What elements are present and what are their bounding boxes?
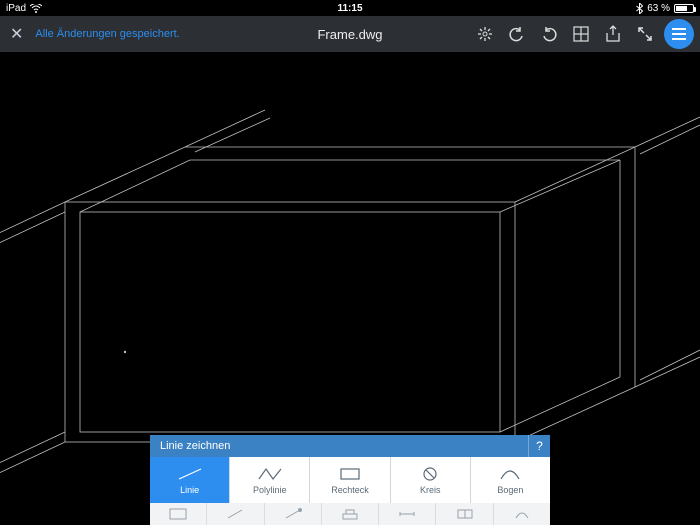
tool-line-label: Linie [180,485,199,495]
tool-circle[interactable]: Kreis [391,457,471,503]
tool-arc[interactable]: Bogen [471,457,550,503]
battery-icon [674,4,694,13]
settings-gear-icon[interactable] [472,21,498,47]
toolbar-header: Linie zeichnen ? [150,435,550,457]
sec-tool-2[interactable] [207,503,264,525]
secondary-tools-row [150,503,550,525]
draw-tools-row: Linie Polylinie Rechteck Kreis Bogen [150,457,550,503]
menu-button[interactable] [664,19,694,49]
battery-percent: 63 % [647,3,670,14]
app-top-bar: ✕ Alle Änderungen gespeichert. Frame.dwg [0,16,700,52]
device-name: iPad [6,3,26,14]
help-button[interactable]: ? [528,435,550,457]
document-title: Frame.dwg [317,27,382,42]
save-status-text: Alle Änderungen gespeichert. [35,28,179,40]
tool-line[interactable]: Linie [150,457,230,503]
sec-tool-5[interactable] [379,503,436,525]
bluetooth-icon [636,3,643,14]
tool-rectangle-label: Rechteck [331,485,369,495]
sec-tool-6[interactable] [436,503,493,525]
tool-rectangle[interactable]: Rechteck [310,457,390,503]
ios-status-bar: iPad 11:15 63 % [0,0,700,16]
sec-tool-7[interactable] [494,503,550,525]
sec-tool-3[interactable] [265,503,322,525]
tool-polyline[interactable]: Polylinie [230,457,310,503]
toolbar-title: Linie zeichnen [160,440,230,452]
share-button[interactable] [600,21,626,47]
bottom-toolbar: Linie zeichnen ? Linie Polylinie Rechtec… [150,435,550,525]
tool-circle-label: Kreis [420,485,441,495]
tool-polyline-label: Polylinie [253,485,287,495]
sec-tool-1[interactable] [150,503,207,525]
tool-arc-label: Bogen [497,485,523,495]
redo-button[interactable] [536,21,562,47]
undo-button[interactable] [504,21,530,47]
clock: 11:15 [337,3,362,14]
grid-view-button[interactable] [568,21,594,47]
wifi-icon [30,4,42,13]
close-button[interactable]: ✕ [6,24,27,44]
sec-tool-4[interactable] [322,503,379,525]
expand-fullscreen-button[interactable] [632,21,658,47]
